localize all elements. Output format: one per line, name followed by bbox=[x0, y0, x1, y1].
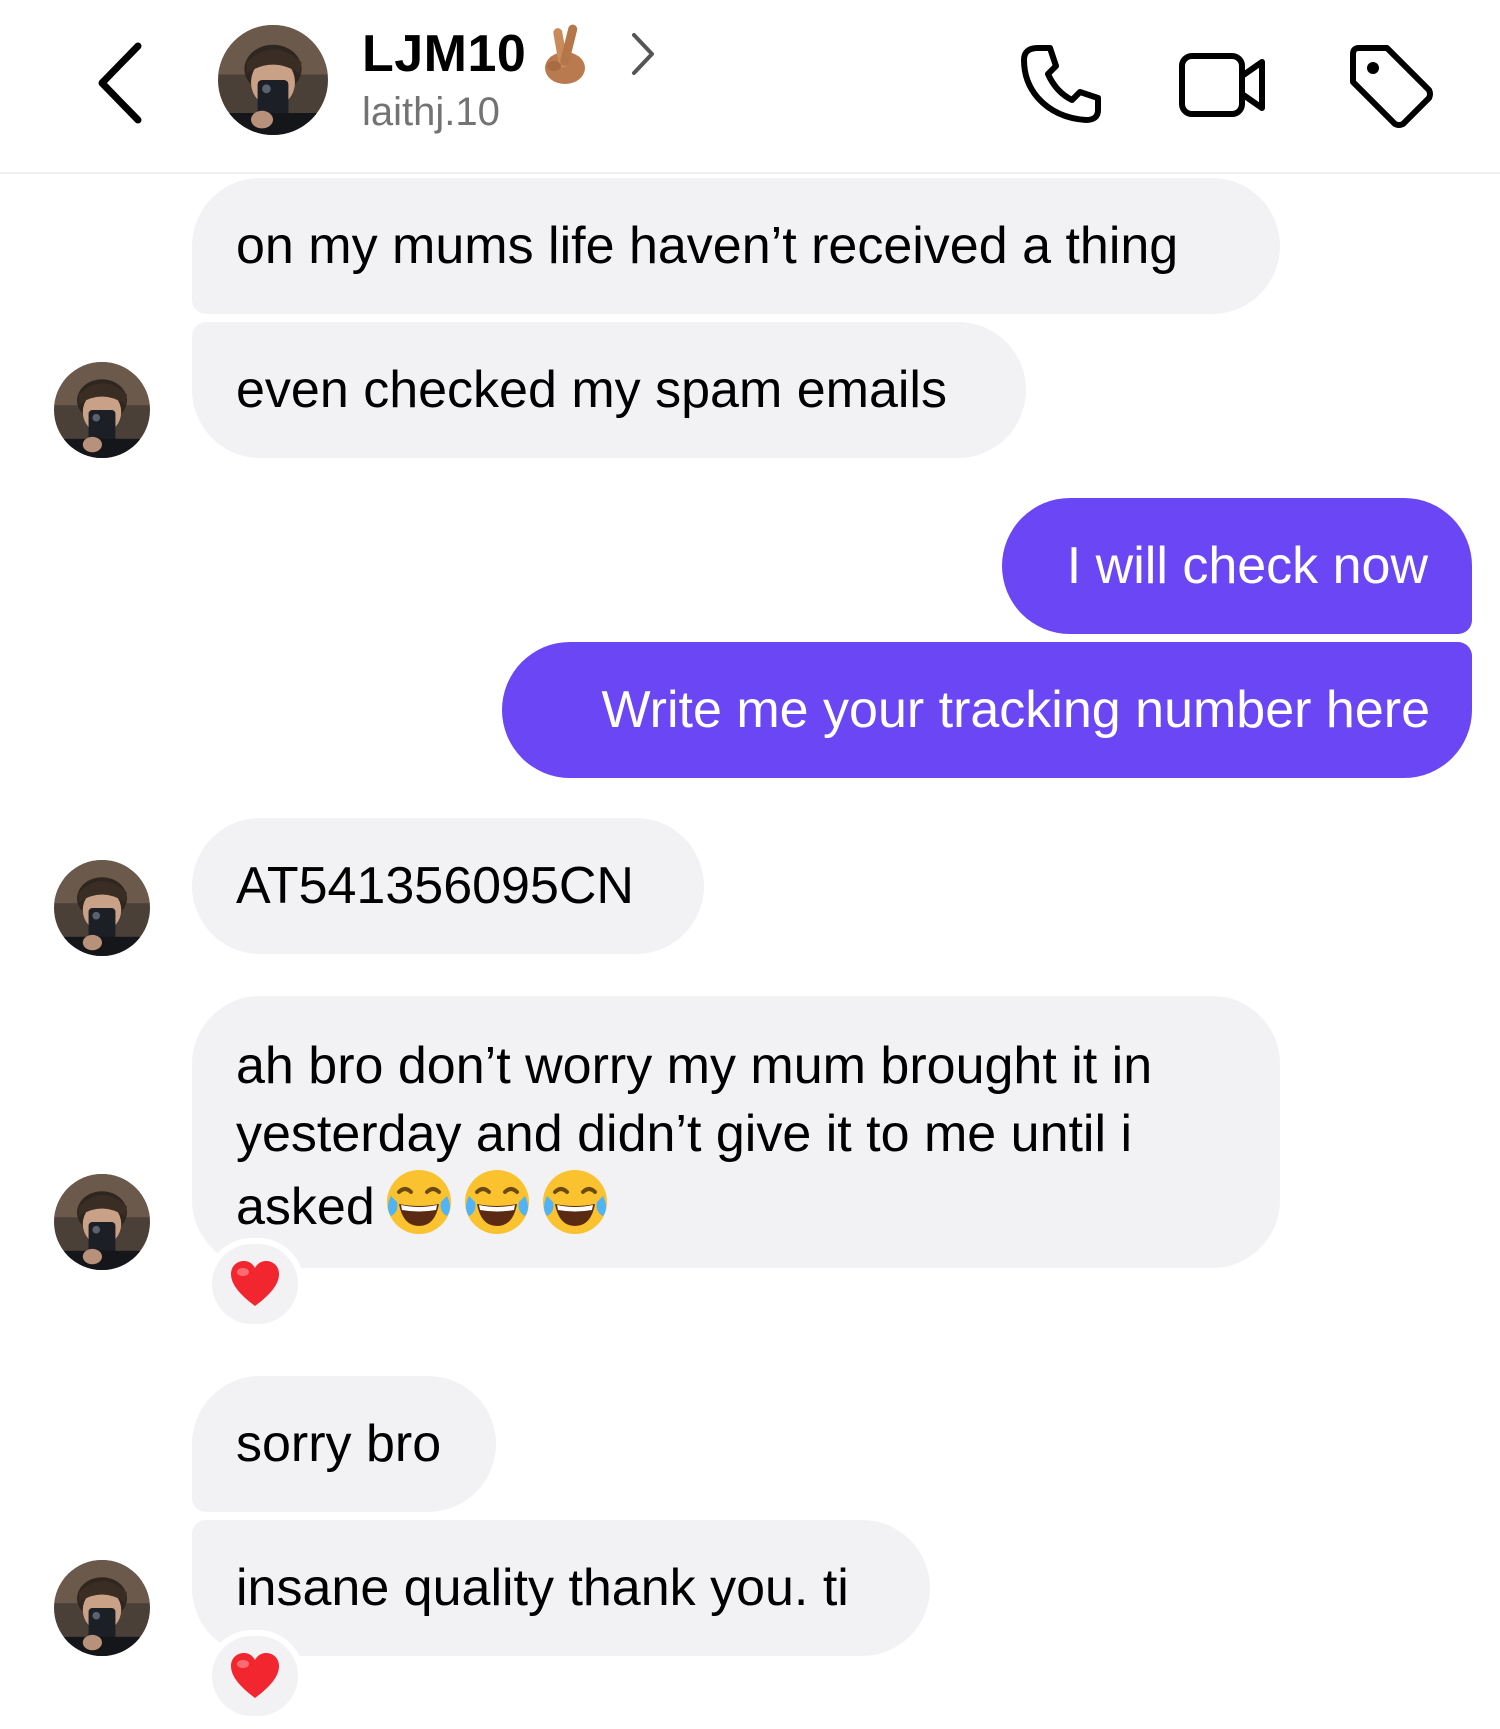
tag-icon bbox=[1350, 45, 1433, 128]
message-text-line: ah bro don’t worry my mum brought it in bbox=[236, 1037, 1153, 1095]
tears-of-joy-emoji-icon bbox=[462, 1168, 531, 1236]
tag-button[interactable] bbox=[1345, 40, 1435, 130]
message-bubble-outgoing[interactable]: I will check now bbox=[1002, 498, 1472, 634]
message-text: AT541356095CN bbox=[236, 857, 634, 915]
message-text: even checked my spam emails bbox=[236, 361, 947, 419]
contact-avatar-small[interactable] bbox=[54, 362, 150, 458]
back-chevron-icon bbox=[98, 42, 142, 124]
contact-avatar-small[interactable] bbox=[54, 860, 150, 956]
message-text-line-with-emojis: asked bbox=[236, 1168, 1236, 1241]
message-bubble-incoming[interactable]: even checked my spam emails bbox=[192, 322, 1026, 458]
message-text-line: asked bbox=[236, 1178, 375, 1236]
contact-username: laithj.10 bbox=[362, 90, 500, 134]
avatar-photo bbox=[54, 1174, 150, 1270]
message-text: sorry bro bbox=[236, 1415, 442, 1473]
message-text: I will check now bbox=[1066, 537, 1428, 595]
contact-name: LJM10 bbox=[362, 25, 527, 83]
red-heart-emoji-icon bbox=[231, 1261, 279, 1306]
contact-avatar-small[interactable] bbox=[54, 1174, 150, 1270]
tears-of-joy-emoji-icon bbox=[384, 1168, 453, 1236]
avatar-photo bbox=[54, 860, 150, 956]
video-call-button[interactable] bbox=[1178, 40, 1268, 130]
message-bubble-outgoing[interactable]: Write me your tracking number here bbox=[502, 642, 1472, 778]
message-text: on my mums life haven’t received a thing bbox=[236, 217, 1179, 275]
tears-of-joy-emoji-icon bbox=[540, 1168, 609, 1236]
avatar-photo bbox=[54, 1560, 150, 1656]
red-heart-emoji-icon bbox=[231, 1653, 279, 1698]
call-button[interactable] bbox=[1016, 40, 1106, 130]
message-bubble-incoming[interactable]: insane quality thank you. ti bbox=[192, 1520, 930, 1656]
chevron-right-icon bbox=[632, 33, 655, 75]
message-text: insane quality thank you. ti bbox=[236, 1559, 849, 1617]
chat-header: LJM10 laithj.10 bbox=[0, 0, 1500, 174]
back-button[interactable] bbox=[92, 38, 152, 128]
reaction-badge[interactable] bbox=[206, 1238, 304, 1330]
phone-icon bbox=[1021, 45, 1101, 123]
message-bubble-incoming[interactable]: sorry bro bbox=[192, 1376, 496, 1512]
avatar-photo bbox=[54, 362, 150, 458]
message-bubble-incoming[interactable]: AT541356095CN bbox=[192, 818, 704, 954]
reaction-badge[interactable] bbox=[206, 1630, 304, 1722]
message-text-line: yesterday and didn’t give it to me until… bbox=[236, 1105, 1133, 1163]
contact-title[interactable]: LJM10 laithj.10 bbox=[362, 22, 658, 142]
message-bubble-incoming[interactable]: ah bro don’t worry my mum brought it in … bbox=[192, 996, 1280, 1268]
contact-avatar[interactable] bbox=[218, 25, 328, 135]
contact-avatar-small[interactable] bbox=[54, 1560, 150, 1656]
video-camera-icon bbox=[1179, 53, 1265, 117]
crossed-fingers-emoji-icon bbox=[545, 24, 586, 84]
message-bubble-incoming[interactable]: on my mums life haven’t received a thing bbox=[192, 178, 1280, 314]
avatar-photo bbox=[218, 25, 328, 135]
message-text: Write me your tracking number here bbox=[601, 681, 1430, 739]
